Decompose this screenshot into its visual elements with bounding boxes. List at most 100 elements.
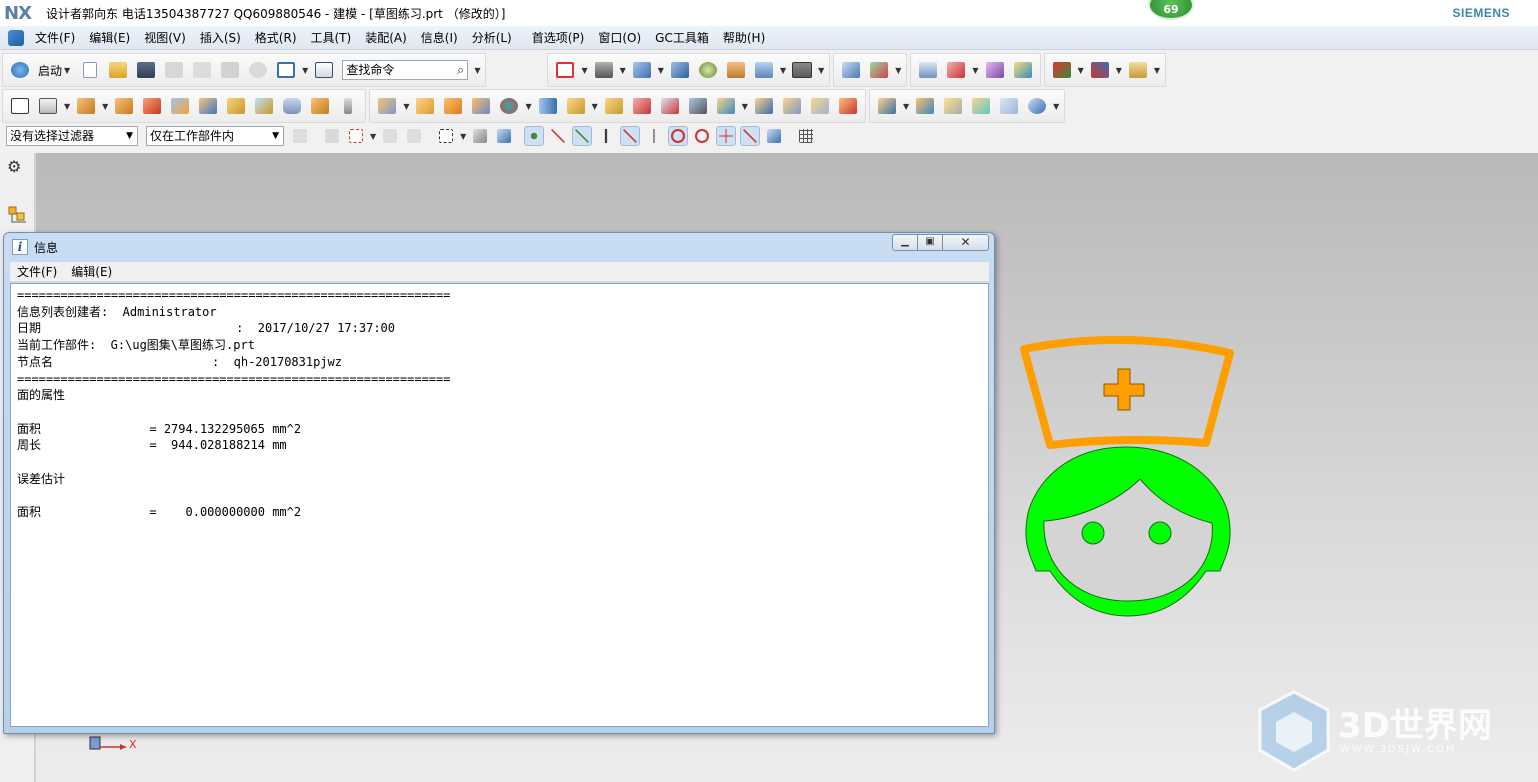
wcs-icon[interactable] xyxy=(944,58,968,82)
start-button[interactable]: 启动 ▼ xyxy=(34,62,76,79)
arc-center-icon[interactable] xyxy=(644,126,664,146)
point-on-face-icon[interactable] xyxy=(740,126,761,146)
intersection-point-icon[interactable] xyxy=(620,126,641,146)
view-orient-icon[interactable] xyxy=(630,58,654,82)
existing-point-icon[interactable] xyxy=(716,126,737,146)
select-all-icon[interactable] xyxy=(346,126,366,146)
end-point-icon[interactable] xyxy=(548,126,568,146)
info-dialog[interactable]: i 信息 ▁ ▣ ✕ 文件(F) 编辑(E) =================… xyxy=(3,232,995,734)
menu-preferences[interactable]: 首选项(P) xyxy=(525,29,592,46)
orient-icon[interactable] xyxy=(867,58,891,82)
boss-icon[interactable] xyxy=(224,94,248,118)
cylinder-icon[interactable] xyxy=(196,94,220,118)
redo-icon[interactable] xyxy=(246,58,270,82)
menu-window[interactable]: 窗口(O) xyxy=(591,29,648,46)
dimension-icon[interactable] xyxy=(1088,58,1112,82)
paste-icon[interactable] xyxy=(218,58,242,82)
cut-icon[interactable] xyxy=(162,58,186,82)
mirror-icon[interactable] xyxy=(469,94,493,118)
menu-insert[interactable]: 插入(S) xyxy=(193,29,248,46)
unite-icon[interactable] xyxy=(413,94,437,118)
search-icon[interactable]: ⌕ xyxy=(457,62,464,80)
pattern-icon[interactable] xyxy=(441,94,465,118)
assembly-navigator-icon[interactable] xyxy=(8,205,28,225)
type-filter-dropdown[interactable]: 没有选择过滤器 ▼ xyxy=(6,126,138,146)
snap-view-icon[interactable] xyxy=(1050,58,1074,82)
offset-face-icon[interactable] xyxy=(497,94,521,118)
move-object-icon[interactable] xyxy=(983,58,1007,82)
filter-icon[interactable] xyxy=(322,126,342,146)
close-button[interactable]: ✕ xyxy=(943,234,989,251)
extrude-feature-icon[interactable] xyxy=(74,94,98,118)
save-icon[interactable] xyxy=(134,58,158,82)
trim-body-icon[interactable] xyxy=(140,94,164,118)
point-on-curve-icon[interactable] xyxy=(692,126,712,146)
window-select-icon[interactable] xyxy=(274,58,298,82)
layers-icon[interactable] xyxy=(916,58,940,82)
sphere-icon[interactable] xyxy=(696,58,720,82)
notification-badge[interactable]: 69 xyxy=(1148,0,1194,20)
app-menu-icon[interactable] xyxy=(8,29,24,46)
bodies-select-icon[interactable] xyxy=(494,126,514,146)
open-folder-icon[interactable] xyxy=(106,58,130,82)
menu-view[interactable]: 视图(V) xyxy=(137,29,193,46)
menu-format[interactable]: 格式(R) xyxy=(248,29,304,46)
menu-assembly[interactable]: 装配(A) xyxy=(358,29,414,46)
promote-icon[interactable] xyxy=(808,94,832,118)
render-style-icon[interactable] xyxy=(592,58,616,82)
revolve-icon[interactable] xyxy=(112,94,136,118)
extrude-icon[interactable] xyxy=(839,58,863,82)
clip-icon[interactable] xyxy=(752,58,776,82)
bounded-grid-icon[interactable] xyxy=(764,126,784,146)
reset-filter-icon[interactable] xyxy=(290,126,310,146)
split-body-icon[interactable] xyxy=(686,94,710,118)
menu-edit[interactable]: 编辑(E) xyxy=(82,29,137,46)
background-icon[interactable] xyxy=(790,58,814,82)
start-icon[interactable] xyxy=(8,58,32,82)
through-curves-icon[interactable] xyxy=(941,94,965,118)
thread-icon[interactable] xyxy=(336,94,360,118)
wrap-icon[interactable] xyxy=(780,94,804,118)
chamfer-icon[interactable] xyxy=(564,94,588,118)
maximize-button[interactable]: ▣ xyxy=(918,234,943,251)
sync-move-icon[interactable] xyxy=(875,94,899,118)
rectangle-select-icon[interactable] xyxy=(436,126,456,146)
features-select-icon[interactable] xyxy=(470,126,490,146)
snap-point-icon[interactable] xyxy=(524,126,545,146)
grid-icon[interactable] xyxy=(796,126,816,146)
draft-icon[interactable] xyxy=(602,94,626,118)
info-text-area[interactable]: ========================================… xyxy=(10,283,989,727)
chevron-down-icon[interactable]: ▼ xyxy=(474,66,480,75)
new-icon[interactable] xyxy=(78,58,102,82)
pocket-icon[interactable] xyxy=(308,94,332,118)
bounded-plane-icon[interactable] xyxy=(997,94,1021,118)
block-icon[interactable] xyxy=(168,94,192,118)
menu-gc-toolbox[interactable]: GC工具箱 xyxy=(648,29,716,46)
copy-icon[interactable] xyxy=(190,58,214,82)
offset-region-icon[interactable] xyxy=(913,94,937,118)
measure-distance-icon[interactable] xyxy=(1126,58,1150,82)
sketch-icon[interactable] xyxy=(8,94,32,118)
minimize-button[interactable]: ▁ xyxy=(892,234,918,251)
paint-icon[interactable] xyxy=(1011,58,1035,82)
snap-disable-icon[interactable] xyxy=(404,126,424,146)
replace-face-icon[interactable] xyxy=(836,94,860,118)
shaded-cube-icon[interactable] xyxy=(668,58,692,82)
menu-file[interactable]: 文件(F) xyxy=(28,29,82,46)
trim-icon[interactable] xyxy=(658,94,682,118)
mesh-surface-icon[interactable] xyxy=(969,94,993,118)
control-point-icon[interactable] xyxy=(596,126,616,146)
dialog-titlebar[interactable]: i 信息 ▁ ▣ ✕ xyxy=(4,233,994,261)
hole-icon[interactable] xyxy=(252,94,276,118)
sew-icon[interactable] xyxy=(1025,94,1049,118)
shell-icon[interactable] xyxy=(280,94,304,118)
layer-icon[interactable] xyxy=(724,58,748,82)
info-icon[interactable] xyxy=(312,58,336,82)
scale-body-icon[interactable] xyxy=(752,94,776,118)
snap-grid-icon[interactable] xyxy=(380,126,400,146)
menu-help[interactable]: 帮助(H) xyxy=(716,29,772,46)
taper-icon[interactable] xyxy=(630,94,654,118)
quadrant-point-icon[interactable] xyxy=(668,126,689,146)
menu-analysis[interactable]: 分析(L) xyxy=(465,29,519,46)
emboss-icon[interactable] xyxy=(375,94,399,118)
